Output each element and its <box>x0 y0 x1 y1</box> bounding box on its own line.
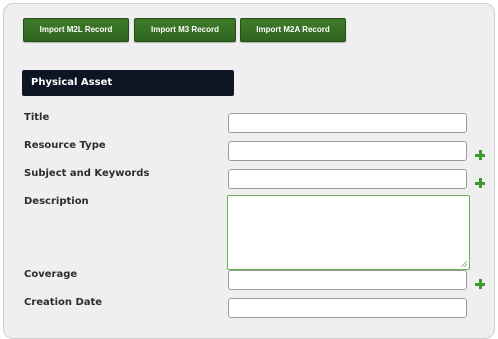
subject-keywords-label: Subject and Keywords <box>24 168 150 179</box>
description-label: Description <box>24 196 89 207</box>
resize-grip-icon[interactable] <box>461 261 467 267</box>
title-input[interactable] <box>228 113 467 133</box>
add-subject-keywords-plus-icon[interactable] <box>475 178 485 188</box>
description-textarea[interactable] <box>227 195 470 270</box>
coverage-input[interactable] <box>228 270 467 290</box>
section-header-physical-asset: Physical Asset <box>22 70 234 96</box>
subject-keywords-input[interactable] <box>228 169 467 189</box>
creation-date-label: Creation Date <box>24 297 103 308</box>
resource-type-label: Resource Type <box>24 140 106 151</box>
resource-type-input[interactable] <box>228 141 467 161</box>
import-m2a-record-button[interactable]: Import M2A Record <box>240 18 346 42</box>
add-coverage-plus-icon[interactable] <box>475 279 485 289</box>
coverage-label: Coverage <box>24 269 78 280</box>
import-m2l-record-button[interactable]: Import M2L Record <box>23 18 129 42</box>
title-label: Title <box>24 112 50 123</box>
creation-date-input[interactable] <box>228 298 467 318</box>
add-resource-type-plus-icon[interactable] <box>475 150 485 160</box>
form-panel: Import M2L Record Import M3 Record Impor… <box>3 3 495 339</box>
import-m3-record-button[interactable]: Import M3 Record <box>134 18 236 42</box>
